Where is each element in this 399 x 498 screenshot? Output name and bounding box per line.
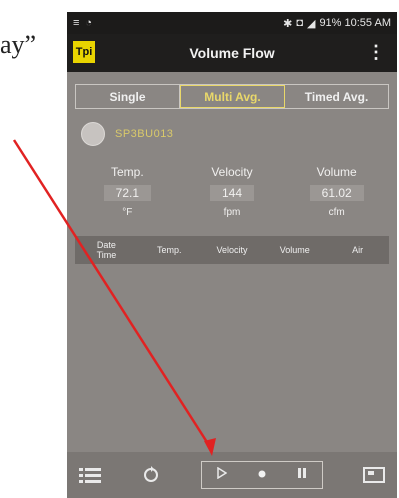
annotation-arrow — [12, 139, 216, 456]
